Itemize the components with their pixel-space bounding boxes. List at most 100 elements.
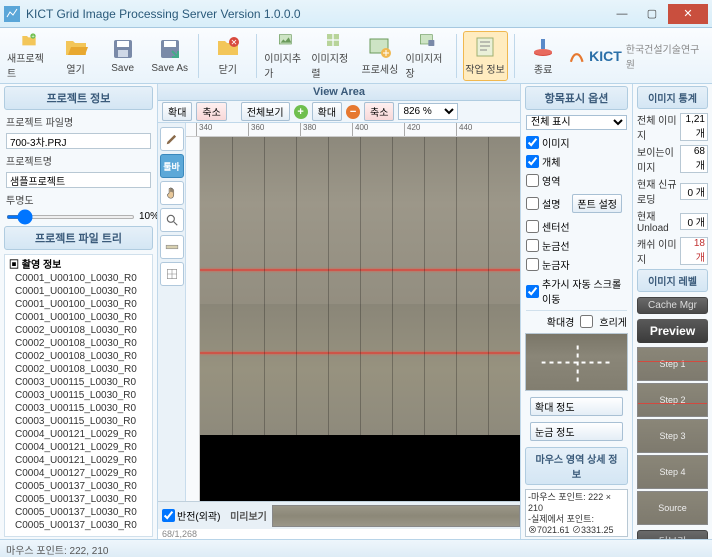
grid-tool[interactable] bbox=[160, 262, 184, 286]
magnifier-label: 확대경 bbox=[547, 314, 575, 329]
new-project-button[interactable]: +새프로젝트 bbox=[6, 31, 51, 81]
tree-item[interactable]: C0005_U00137_L0030_R0 bbox=[5, 493, 152, 506]
tree-item[interactable]: C0004_U00127_L0029_R0 bbox=[5, 467, 152, 480]
display-options-panel: 항목표시 옵션 전체 표시 이미지 개체 영역 설명폰트 설정 센터선 눈금선 … bbox=[520, 84, 632, 539]
opacity-slider[interactable] bbox=[6, 215, 135, 219]
tree-item[interactable]: C0003_U00115_L0030_R0 bbox=[5, 402, 152, 415]
magnify-tool[interactable] bbox=[160, 208, 184, 232]
tree-item[interactable]: C0001_U00100_L0030_R0 bbox=[5, 298, 152, 311]
folder-close-icon: ✕ bbox=[216, 35, 240, 59]
opt-gridline[interactable] bbox=[526, 239, 539, 252]
cache-mgr-button[interactable]: Cache Mgr bbox=[637, 297, 708, 314]
ruler-horizontal: 340360380400420440 bbox=[186, 123, 520, 137]
opt-image[interactable] bbox=[526, 136, 539, 149]
tree-root[interactable]: ▣ 촬영 정보 bbox=[5, 255, 152, 272]
opt-object[interactable] bbox=[526, 155, 539, 168]
minimize-button[interactable]: — bbox=[608, 4, 636, 24]
open-button[interactable]: 열기 bbox=[53, 31, 98, 81]
file-tree-title: 프로젝트 파일 트리 bbox=[4, 226, 153, 250]
zoom-out-btn[interactable]: 축소 bbox=[196, 102, 226, 121]
project-file-input[interactable] bbox=[6, 133, 151, 149]
preview-count: 68/1,268 bbox=[158, 529, 520, 539]
image-save-icon bbox=[415, 32, 439, 48]
preview-strip-image[interactable] bbox=[272, 505, 520, 527]
thumb-step[interactable]: Step 1 bbox=[637, 347, 708, 381]
zoom-select[interactable]: 826 % bbox=[398, 103, 458, 120]
opt-desc[interactable] bbox=[526, 197, 539, 210]
more-button[interactable]: 더보기 bbox=[637, 530, 708, 539]
ruler-tool[interactable] bbox=[160, 235, 184, 259]
tree-item[interactable]: C0001_U00100_L0030_R0 bbox=[5, 272, 152, 285]
tree-item[interactable]: C0002_U00108_L0030_R0 bbox=[5, 350, 152, 363]
project-info-title: 프로젝트 정보 bbox=[4, 86, 153, 110]
tree-item[interactable]: C0003_U00115_L0030_R0 bbox=[5, 415, 152, 428]
zoom-out2-btn[interactable]: 축소 bbox=[364, 102, 394, 121]
align-image-button[interactable]: 이미지정렬 bbox=[310, 31, 355, 81]
visible-count: 68 개 bbox=[680, 145, 708, 173]
tree-item[interactable]: C0004_U00121_L0029_R0 bbox=[5, 441, 152, 454]
font-settings-button[interactable]: 폰트 설정 bbox=[572, 194, 622, 213]
project-file-tree[interactable]: ▣ 촬영 정보 C0001_U00100_L0030_R0C0001_U0010… bbox=[4, 254, 153, 537]
process-button[interactable]: 프로세싱 bbox=[357, 31, 402, 81]
tree-item[interactable]: C0003_U00115_L0030_R0 bbox=[5, 389, 152, 402]
blur-checkbox[interactable] bbox=[580, 315, 593, 328]
app-icon bbox=[4, 6, 20, 22]
thumb-step[interactable]: Source bbox=[637, 491, 708, 525]
exit-button[interactable]: 종료 bbox=[521, 31, 566, 81]
tree-item[interactable]: C0005_U00137_L0030_R0 bbox=[5, 519, 152, 532]
folder-new-icon: + bbox=[17, 32, 41, 48]
opt-autoscroll[interactable] bbox=[526, 285, 539, 298]
job-info-button[interactable]: 작업 정보 bbox=[463, 31, 508, 81]
project-info-panel: 프로젝트 정보 프로젝트 파일명 프로젝트명 투명도 10% 프로젝트 파일 트… bbox=[0, 84, 158, 539]
zoom-full-btn[interactable]: 전체보기 bbox=[241, 102, 290, 121]
add-image-button[interactable]: 이미지추가 bbox=[263, 31, 308, 81]
tree-item[interactable]: C0004_U00121_L0029_R0 bbox=[5, 454, 152, 467]
exit-icon bbox=[531, 35, 555, 59]
display-select[interactable]: 전체 표시 bbox=[526, 115, 627, 130]
inversion-checkbox[interactable] bbox=[162, 509, 175, 522]
opt-scaleruler[interactable] bbox=[526, 258, 539, 271]
tree-item[interactable]: C0002_U00108_L0030_R0 bbox=[5, 324, 152, 337]
display-options-title: 항목표시 옵션 bbox=[525, 86, 628, 110]
tree-item[interactable]: C0004_U00121_L0029_R0 bbox=[5, 428, 152, 441]
inversion-label: 반전(외곽) bbox=[177, 508, 220, 523]
tree-item[interactable]: C0005_U00137_L0030_R0 bbox=[5, 480, 152, 493]
pen-tool[interactable] bbox=[160, 127, 184, 151]
magnifier-view: 축적 1 : 9 bbox=[525, 333, 628, 391]
tree-item[interactable]: C0001_U00100_L0030_R0 bbox=[5, 285, 152, 298]
mag-zoom-button[interactable]: 확대 정도 bbox=[530, 397, 623, 416]
tree-item[interactable]: C0001_U00100_L0030_R0 bbox=[5, 311, 152, 324]
saveas-button[interactable]: Save As bbox=[147, 31, 192, 81]
tree-item[interactable]: C0003_U00115_L0030_R0 bbox=[5, 376, 152, 389]
total-count: 1,21 개 bbox=[680, 113, 708, 141]
view-area: View Area 확대 축소 전체보기 + 확대 − 축소 826 % 툴바 … bbox=[158, 84, 520, 539]
crosshair-icon bbox=[541, 342, 612, 381]
project-name-input[interactable] bbox=[6, 172, 151, 188]
opt-centerline[interactable] bbox=[526, 220, 539, 233]
toolbar-toggle[interactable]: 툴바 bbox=[160, 154, 184, 178]
unload-count: 0 개 bbox=[680, 213, 708, 230]
maximize-button[interactable]: ▢ bbox=[638, 4, 666, 24]
close-button[interactable]: ✕ bbox=[668, 4, 708, 24]
thumb-step[interactable]: Step 3 bbox=[637, 419, 708, 453]
tree-item[interactable]: C0005_U00137_L0030_R0 bbox=[5, 506, 152, 519]
titlebar: KICT Grid Image Processing Server Versio… bbox=[0, 0, 712, 28]
hand-tool[interactable] bbox=[160, 181, 184, 205]
zoom-in2-btn[interactable]: 확대 bbox=[312, 102, 342, 121]
tree-item[interactable]: C0002_U00108_L0030_R0 bbox=[5, 363, 152, 376]
zoom-in-btn[interactable]: 확대 bbox=[162, 102, 192, 121]
mouse-detail-box[interactable]: -마우스 포인트: 222 × 210-실제에서 포인트: ⊗7021.61 ⊘… bbox=[525, 489, 628, 537]
ruler-vertical bbox=[186, 137, 200, 501]
image-add-icon bbox=[274, 32, 298, 48]
close-project-button[interactable]: ✕닫기 bbox=[205, 31, 250, 81]
save-image-button[interactable]: 이미지저장 bbox=[404, 31, 449, 81]
mag-grid-button[interactable]: 눈금 정도 bbox=[530, 422, 623, 441]
opt-region[interactable] bbox=[526, 174, 539, 187]
thumb-step[interactable]: Step 2 bbox=[637, 383, 708, 417]
save-button[interactable]: Save bbox=[100, 31, 145, 81]
tree-item[interactable]: C0002_U00108_L0030_R0 bbox=[5, 337, 152, 350]
zoom-minus-icon[interactable]: − bbox=[346, 105, 360, 119]
zoom-plus-icon[interactable]: + bbox=[294, 105, 308, 119]
thumb-step[interactable]: Step 4 bbox=[637, 455, 708, 489]
image-canvas[interactable] bbox=[200, 137, 520, 501]
